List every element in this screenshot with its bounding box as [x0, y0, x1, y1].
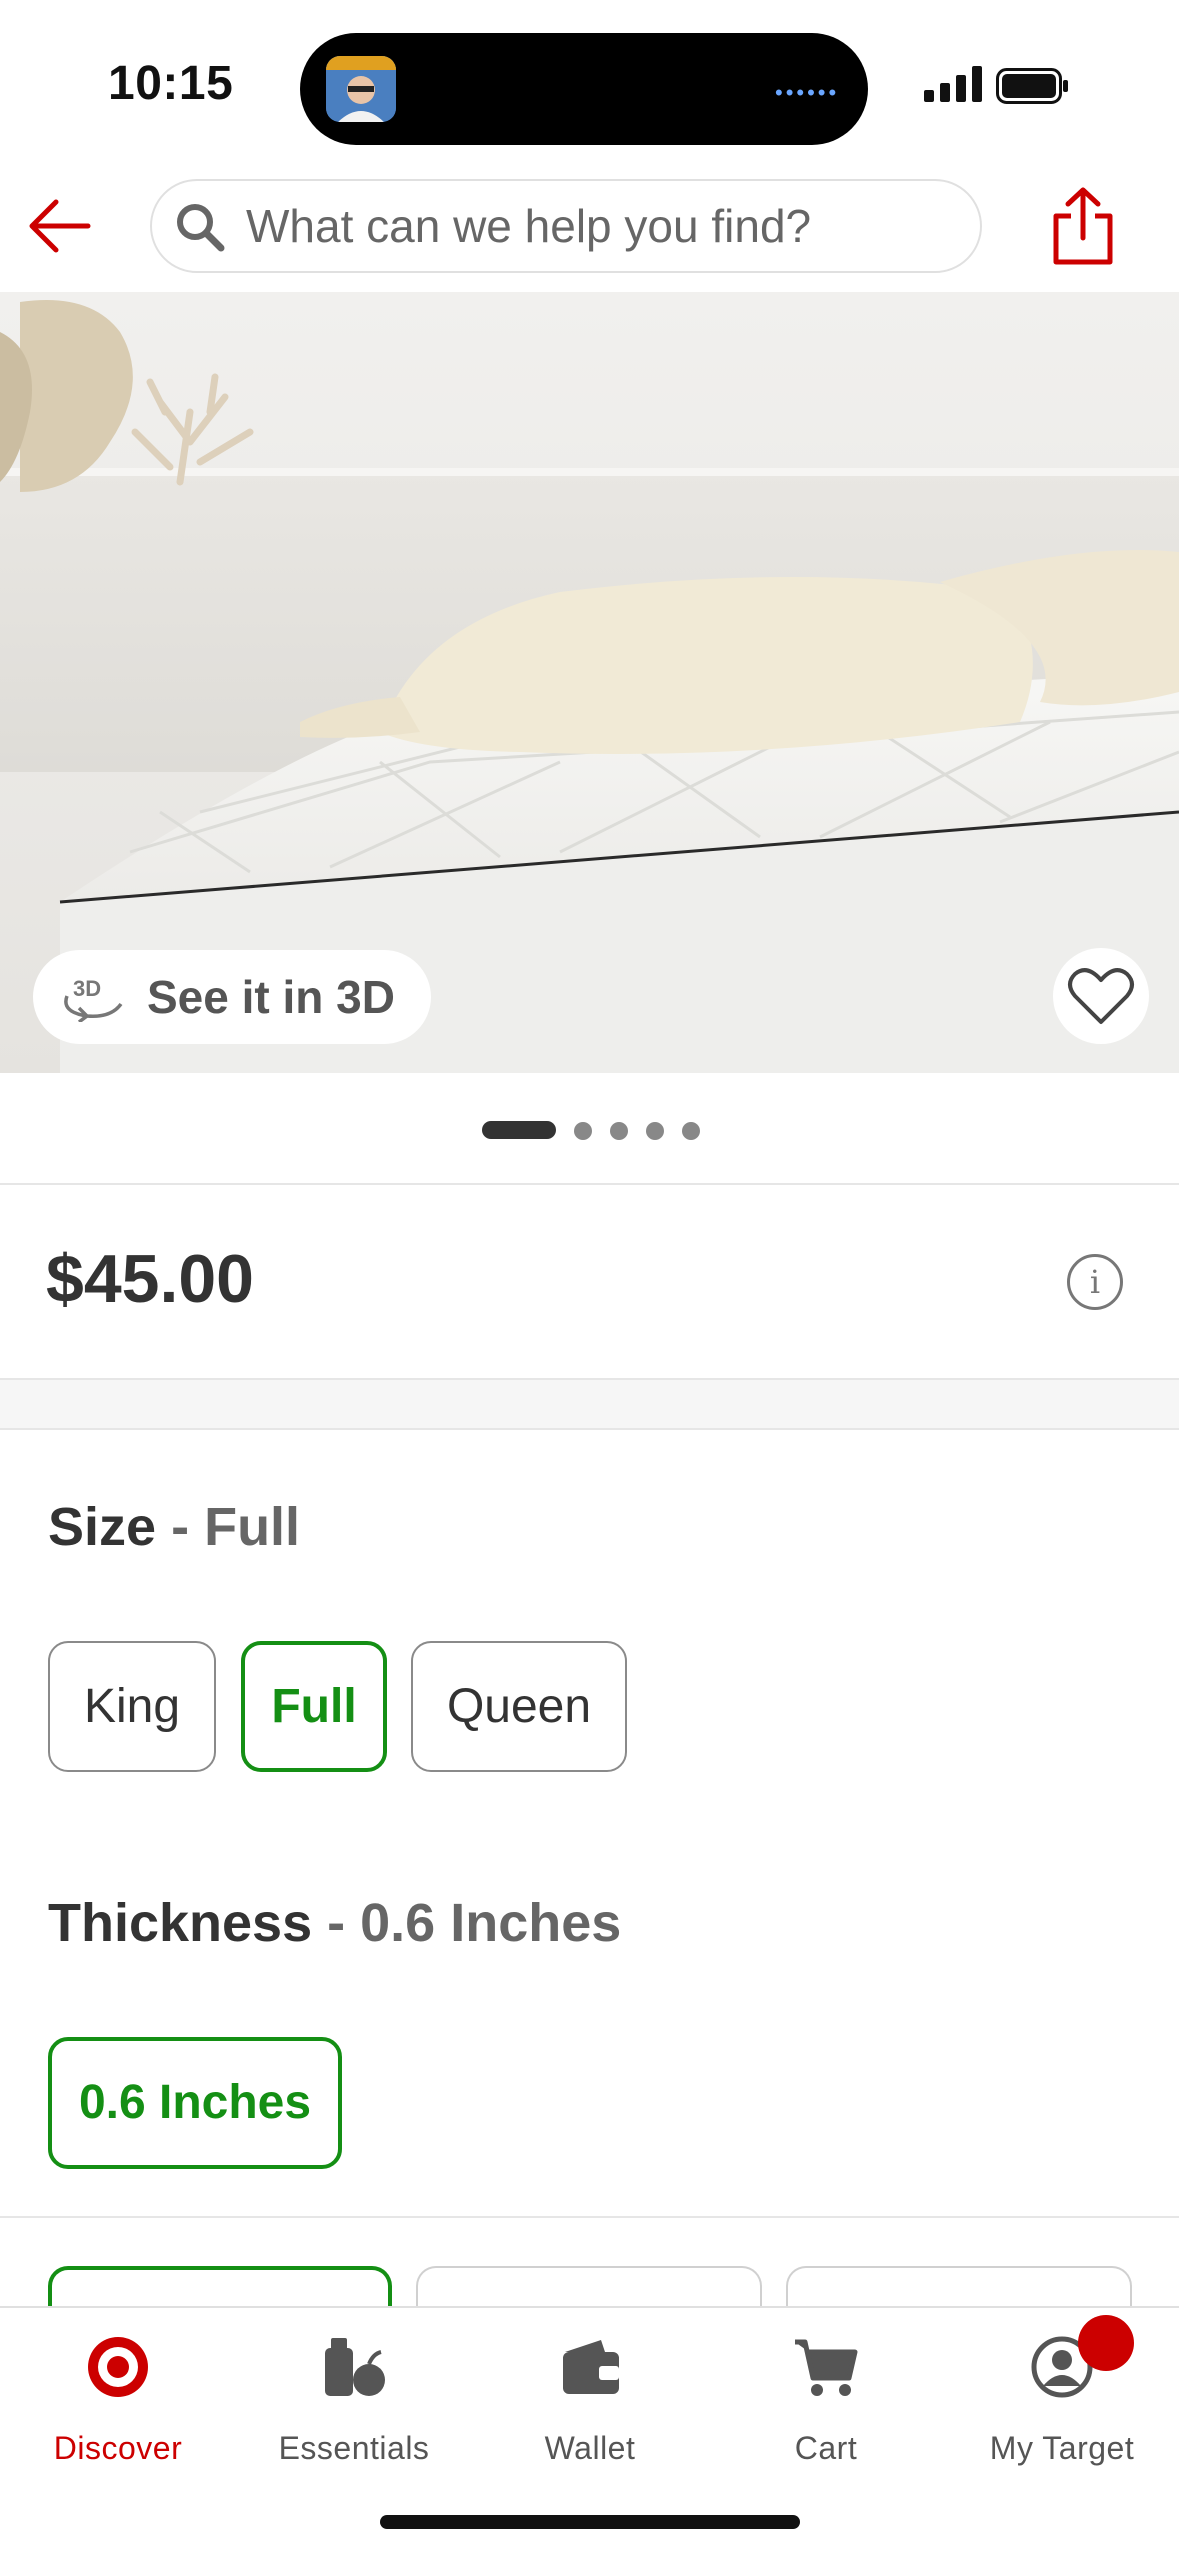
wallet-icon [563, 2340, 619, 2394]
tab-cart-label: Cart [794, 2430, 858, 2466]
size-option-queen[interactable]: Queen [411, 1641, 627, 1772]
pager-dot[interactable] [610, 1122, 628, 1140]
home-indicator [380, 2515, 800, 2529]
cart-icon [795, 2339, 858, 2396]
see-in-3d-button[interactable]: 3D See it in 3D [33, 950, 431, 1044]
tab-discover[interactable]: Discover [0, 2308, 236, 2468]
pager-dot[interactable] [682, 1122, 700, 1140]
cellular-signal-icon [924, 66, 984, 107]
tab-wallet[interactable]: Wallet [472, 2308, 708, 2468]
section-divider [0, 1378, 1179, 1430]
thickness-separator: - [327, 1893, 346, 1953]
see-in-3d-label: See it in 3D [147, 971, 395, 1023]
tab-my-target-label: My Target [989, 2430, 1135, 2466]
product-price: $45.00 [46, 1241, 254, 1317]
notification-badge [1078, 2315, 1134, 2371]
size-option-full[interactable]: Full [241, 1641, 387, 1772]
thickness-title: Thickness [48, 1893, 313, 1953]
share-button[interactable] [1048, 184, 1118, 268]
pager-dot[interactable] [574, 1122, 592, 1140]
search-icon [174, 201, 226, 258]
live-activity-thumbnail [326, 56, 396, 122]
search-input[interactable] [246, 195, 946, 257]
back-button[interactable] [22, 190, 102, 260]
size-title: Size [48, 1497, 157, 1557]
size-option-king[interactable]: King [48, 1641, 216, 1772]
status-time: 10:15 [108, 57, 234, 110]
tab-essentials-label: Essentials [278, 2430, 430, 2466]
svg-text:3D: 3D [73, 976, 101, 1001]
thickness-selected-value: 0.6 Inches [360, 1893, 622, 1953]
price-info-icon[interactable]: i [1067, 1254, 1123, 1310]
thickness-option-0-6-inches[interactable]: 0.6 Inches [48, 2037, 342, 2169]
tab-my-target[interactable]: My Target [944, 2308, 1179, 2468]
battery-icon [996, 68, 1068, 104]
target-bullseye-icon [88, 2337, 148, 2397]
heart-icon [1068, 968, 1134, 1024]
tab-discover-label: Discover [53, 2430, 183, 2466]
size-selected-value: Full [204, 1497, 301, 1557]
tab-cart[interactable]: Cart [708, 2308, 944, 2468]
pager-dot[interactable] [646, 1122, 664, 1140]
pager-dot-active[interactable] [482, 1121, 556, 1139]
divider [0, 2216, 1179, 2218]
back-arrow-icon [29, 199, 91, 253]
tab-wallet-label: Wallet [544, 2430, 636, 2466]
essentials-icon [325, 2338, 385, 2396]
divider [0, 1183, 1179, 1185]
thickness-heading: Thickness - 0.6 Inches [48, 1892, 621, 1954]
3d-rotate-icon: 3D [64, 976, 123, 1022]
size-separator: - [171, 1497, 190, 1557]
search-bar[interactable] [150, 179, 982, 273]
size-heading: Size - Full [48, 1496, 300, 1558]
favorite-button[interactable] [1053, 948, 1149, 1044]
live-activity-indicator: •••••• [775, 80, 840, 105]
tab-essentials[interactable]: Essentials [236, 2308, 472, 2468]
share-icon [1053, 187, 1113, 265]
